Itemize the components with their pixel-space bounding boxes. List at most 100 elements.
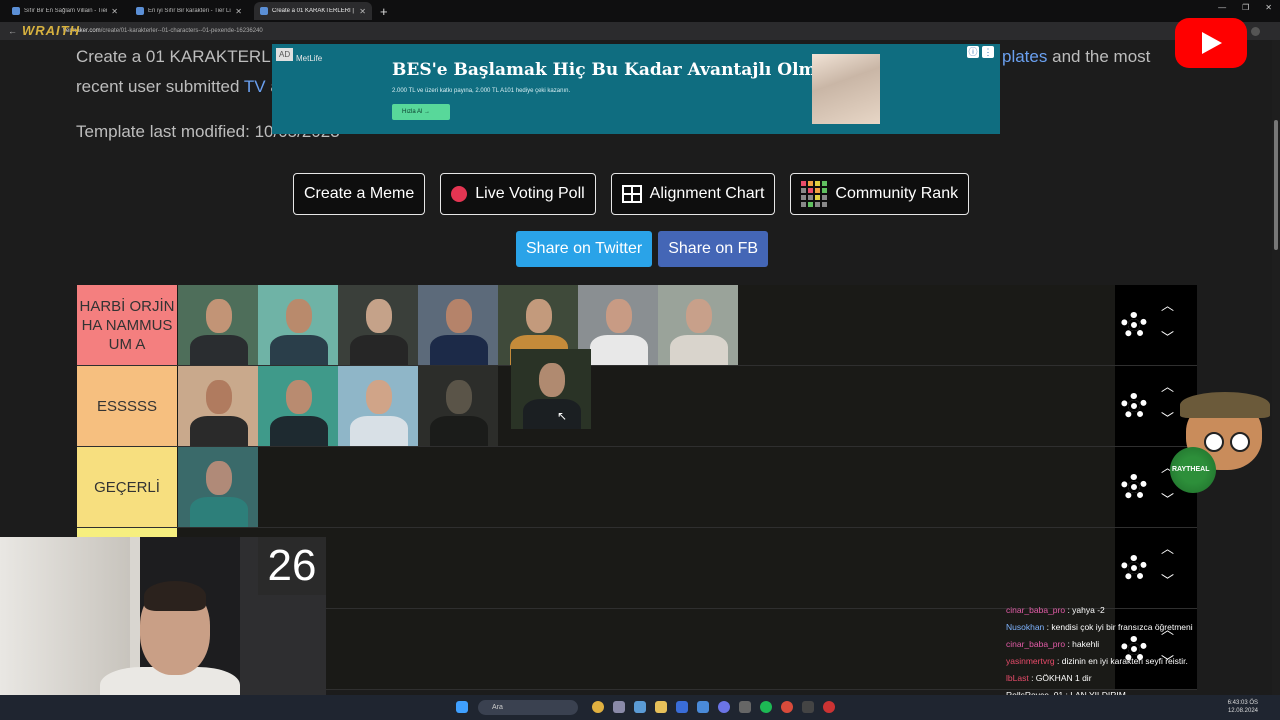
character-thumbnail[interactable]	[178, 447, 258, 527]
chat-username[interactable]: cinar_baba_pro	[1006, 639, 1065, 649]
app-icon[interactable]	[739, 701, 751, 713]
rank-cell	[815, 195, 821, 200]
dragged-character-thumbnail[interactable]: ↖	[511, 349, 591, 429]
character-body	[670, 335, 728, 365]
character-body	[190, 335, 248, 365]
tier-label[interactable]: HARBİ ORJİN HA NAMMUSUM A	[77, 285, 177, 365]
share-twitter-button[interactable]: Share on Twitter	[516, 231, 653, 267]
tier-items	[178, 447, 258, 527]
chat-username[interactable]: yasinmertvrg	[1006, 656, 1055, 666]
app-icon[interactable]	[634, 701, 646, 713]
templates-link[interactable]: plates	[1002, 47, 1047, 66]
character-face	[286, 299, 312, 333]
character-thumbnail[interactable]	[418, 366, 498, 446]
character-face	[446, 380, 472, 414]
character-thumbnail[interactable]	[178, 285, 258, 365]
character-thumbnail[interactable]	[258, 285, 338, 365]
tier-label[interactable]: ESSSSS	[77, 366, 177, 446]
character-thumbnail[interactable]	[418, 285, 498, 365]
app-icon[interactable]	[802, 701, 814, 713]
close-icon[interactable]: ✕	[235, 7, 242, 16]
rank-cell	[808, 188, 814, 193]
character-thumbnail[interactable]	[258, 366, 338, 446]
character-body	[270, 335, 328, 365]
share-fb-button[interactable]: Share on FB	[658, 231, 769, 267]
chat-username[interactable]: Nusokhan	[1006, 622, 1044, 632]
character-face	[526, 299, 552, 333]
create-meme-button[interactable]: Create a Meme	[293, 173, 426, 215]
tab-label: En iyi Sıfır Bir karakteri - Tier Lis	[148, 8, 232, 14]
back-arrow-icon[interactable]: ←	[8, 26, 17, 36]
rank-cell	[822, 181, 828, 186]
character-thumbnail[interactable]	[658, 285, 738, 365]
ad-close-icon[interactable]: ⋮	[982, 46, 994, 58]
close-window-icon[interactable]: ✕	[1265, 3, 1272, 12]
browser-tab[interactable]: Sıfır Bir En Sağlam Villain - Tier ✕	[6, 2, 124, 20]
character-body	[590, 335, 648, 365]
chat-text: : yahya -2	[1067, 605, 1105, 615]
address-bar: ← tiermaker.com/create/01-karakterler--0…	[0, 22, 1280, 40]
gear-icon[interactable]	[1121, 393, 1147, 419]
folder-icon[interactable]	[655, 701, 667, 713]
chat-username[interactable]: lbLast	[1006, 673, 1029, 683]
chevron-down-icon[interactable]: ﹀	[1161, 570, 1174, 589]
app-icon[interactable]	[613, 701, 625, 713]
character-thumbnail[interactable]	[178, 366, 258, 446]
tier-items	[178, 366, 498, 446]
alignment-chart-button[interactable]: Alignment Chart	[610, 173, 776, 215]
discord-icon[interactable]	[718, 701, 730, 713]
scrollbar-thumb[interactable]	[1274, 120, 1278, 250]
community-rank-button[interactable]: Community Rank	[790, 173, 970, 215]
live-poll-button[interactable]: Live Voting Poll	[440, 173, 596, 215]
obs-icon[interactable]	[823, 701, 835, 713]
windows-start-icon[interactable]	[456, 701, 468, 713]
app-icon[interactable]	[697, 701, 709, 713]
spotify-icon[interactable]	[760, 701, 772, 713]
tab-label: Create a 01 KARAKTERLERİ | 01	[272, 8, 356, 14]
ad-banner[interactable]: AD MetLife BES'e Başlamak Hiç Bu Kadar A…	[272, 44, 1000, 134]
rank-cell	[808, 181, 814, 186]
browser-tab[interactable]: En iyi Sıfır Bir karakteri - Tier Lis ✕	[130, 2, 248, 20]
browser-tab-active[interactable]: Create a 01 KARAKTERLERİ | 01 ✕	[254, 2, 372, 20]
taskbar-search[interactable]: Ara	[478, 700, 578, 715]
gear-icon[interactable]	[1121, 474, 1147, 500]
alignment-label: Alignment Chart	[649, 185, 765, 202]
tier-row: HARBİ ORJİN HA NAMMUSUM A ︿ ﹀	[77, 285, 1197, 366]
tv-link[interactable]: TV	[244, 77, 266, 96]
ad-image	[812, 54, 880, 124]
chrome-icon[interactable]	[592, 701, 604, 713]
close-icon[interactable]: ✕	[111, 7, 118, 16]
chevron-up-icon[interactable]: ︿	[1161, 538, 1174, 557]
clock-time: 6:43:03 ÖS	[1227, 700, 1258, 706]
ad-info-icon[interactable]: ⓘ	[967, 46, 979, 58]
url-field[interactable]: tiermaker.com/create/01-karakterler--01-…	[63, 28, 263, 34]
character-thumbnail[interactable]	[338, 285, 418, 365]
app-icon[interactable]	[676, 701, 688, 713]
ad-cta-button[interactable]: Hızla Al →	[392, 104, 450, 120]
chat-username[interactable]: cinar_baba_pro	[1006, 605, 1065, 615]
chevron-up-icon[interactable]: ︿	[1161, 295, 1174, 314]
scrollbar[interactable]	[1272, 40, 1280, 695]
rank-cell	[801, 188, 807, 193]
character-thumbnail[interactable]	[338, 366, 418, 446]
character-face	[446, 299, 472, 333]
minimize-icon[interactable]: —	[1218, 3, 1226, 12]
gear-icon[interactable]	[1121, 555, 1147, 581]
close-icon[interactable]: ✕	[359, 7, 366, 16]
live-poll-label: Live Voting Poll	[475, 185, 585, 202]
chrome-icon[interactable]	[781, 701, 793, 713]
taskbar-clock[interactable]: 6:43:03 ÖS 12.08.2024	[1228, 699, 1258, 715]
new-tab-icon[interactable]: +	[380, 4, 388, 19]
tab-favicon-icon	[136, 7, 144, 15]
maximize-icon[interactable]: ❐	[1242, 3, 1249, 12]
chat-message: lbLast : GÖKHAN 1 dir	[1006, 670, 1276, 687]
menu-icon[interactable]	[1251, 27, 1260, 36]
gear-icon[interactable]	[1121, 312, 1147, 338]
character-face	[206, 299, 232, 333]
tier-label[interactable]: GEÇERLİ	[77, 447, 177, 527]
character-face	[539, 363, 565, 397]
chat-text: : hakehli	[1067, 639, 1100, 649]
chevron-down-icon[interactable]: ﹀	[1161, 327, 1174, 346]
rank-cell	[808, 195, 814, 200]
tier-controls: ︿ ﹀	[1115, 285, 1197, 365]
